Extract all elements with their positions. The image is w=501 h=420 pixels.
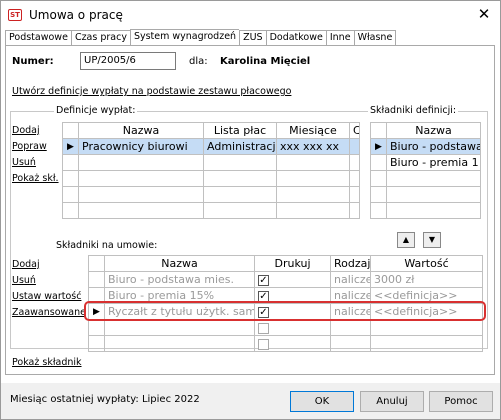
- column-header-nazwa[interactable]: Nazwa: [78, 122, 204, 139]
- column-header-drukuj[interactable]: Drukuj: [254, 255, 331, 272]
- column-header-lista-plac[interactable]: Lista płac: [203, 122, 277, 139]
- table-row[interactable]: [62, 154, 360, 171]
- numer-field[interactable]: UP/2005/6: [80, 52, 176, 70]
- drukuj-checkbox[interactable]: ✓: [258, 290, 269, 302]
- column-header-component-nazwa[interactable]: Nazwa: [386, 122, 481, 139]
- tab-inne[interactable]: Inne: [325, 30, 354, 46]
- close-icon[interactable]: ✕: [471, 4, 497, 26]
- table-row[interactable]: [370, 202, 481, 219]
- contract-window: ST Umowa o pracę ✕ Podstawowe Czas pracy…: [0, 0, 501, 420]
- table-row[interactable]: ▶ Pracownicy biurowi Administracj xxx xx…: [62, 138, 360, 155]
- definitions-title: Definicje wypłat:: [54, 105, 138, 116]
- table-row[interactable]: [62, 170, 360, 187]
- row-pointer-icon: ▶: [370, 138, 387, 155]
- window-title: Umowa o pracę: [29, 8, 123, 22]
- tab-zus[interactable]: ZUS: [239, 30, 266, 46]
- table-row[interactable]: [62, 186, 360, 203]
- highlight-box: [84, 301, 486, 321]
- contract-rodzaj[interactable]: naliczen: [330, 271, 371, 288]
- contract-nazwa[interactable]: Biuro - podstawa mies.: [104, 271, 255, 288]
- move-up-button[interactable]: ▲: [397, 232, 415, 248]
- table-row[interactable]: [370, 170, 481, 187]
- ok-button[interactable]: OK: [290, 391, 354, 412]
- contract-add-link[interactable]: Dodaj: [12, 259, 40, 270]
- drukuj-checkbox[interactable]: [258, 322, 269, 334]
- table-row[interactable]: Biuro - premia 1: [370, 154, 481, 171]
- tab-wlasne[interactable]: Własne: [353, 30, 397, 46]
- drukuj-checkbox[interactable]: ✓: [258, 274, 269, 286]
- set-value-link[interactable]: Ustaw wartość: [12, 291, 81, 302]
- header-indicator: [370, 122, 387, 139]
- cancel-button[interactable]: Anuluj: [360, 391, 424, 412]
- table-row[interactable]: [62, 202, 360, 219]
- definitions-delete-link[interactable]: Usuń: [12, 157, 36, 168]
- definitions-show-components-link[interactable]: Pokaż skł.: [12, 173, 59, 184]
- drukuj-checkbox[interactable]: [258, 338, 269, 350]
- definitions-add-link[interactable]: Dodaj: [12, 125, 40, 136]
- components-title: Składniki definicji:: [368, 105, 459, 116]
- help-button[interactable]: Pomoc: [429, 391, 493, 412]
- row-pointer-icon: ▶: [62, 138, 79, 155]
- tab-system-wynagrodzen[interactable]: System wynagrodzeń: [129, 29, 240, 46]
- app-icon: ST: [8, 9, 22, 21]
- header-indicator: [62, 122, 79, 139]
- table-row[interactable]: [88, 335, 483, 352]
- tab-podstawowe[interactable]: Podstawowe: [5, 30, 71, 46]
- definition-nazwa[interactable]: Pracownicy biurowi: [78, 138, 204, 155]
- last-payment-status: Miesiąc ostatniej wypłaty: Lipiec 2022: [10, 394, 200, 405]
- column-header-rodzaj[interactable]: Rodzaj: [330, 255, 371, 272]
- table-row[interactable]: Biuro - podstawa mies. ✓ naliczen 3000 z…: [88, 271, 483, 288]
- column-header-wartosc[interactable]: Wartość: [370, 255, 483, 272]
- create-from-set-link[interactable]: Utwórz definicje wypłaty na podstawie ze…: [12, 86, 291, 97]
- contract-delete-link[interactable]: Usuń: [12, 275, 36, 286]
- definition-miesiace[interactable]: xxx xxx xx: [276, 138, 350, 155]
- move-down-button[interactable]: ▼: [423, 232, 441, 248]
- definition-lista[interactable]: Administracj: [203, 138, 277, 155]
- table-row[interactable]: [370, 186, 481, 203]
- dla-label: dla:: [189, 56, 208, 67]
- employee-name: Karolina Mięciel: [220, 56, 311, 67]
- column-header-miesiace[interactable]: Miesiące: [276, 122, 350, 139]
- definitions-table: Nazwa Lista płac Miesiące C ▶ Pracownicy…: [62, 122, 360, 219]
- footer-bar: Miesiąc ostatniej wypłaty: Lipiec 2022 O…: [1, 383, 500, 419]
- definitions-edit-link[interactable]: Popraw: [12, 141, 47, 152]
- definitions-header-row: Nazwa Lista płac Miesiące C: [62, 122, 360, 139]
- column-header-c[interactable]: C: [349, 122, 360, 139]
- table-row[interactable]: ▶ Biuro - podstawa: [370, 138, 481, 155]
- definition-c[interactable]: [349, 138, 360, 155]
- column-header-nazwa[interactable]: Nazwa: [104, 255, 255, 272]
- component-name[interactable]: Biuro - premia 1: [386, 154, 481, 171]
- advanced-link[interactable]: Zaawansowane: [12, 307, 86, 318]
- title-bar: ST Umowa o pracę ✕: [1, 1, 500, 29]
- table-row[interactable]: [88, 319, 483, 336]
- header-indicator: [88, 255, 105, 272]
- components-table: Nazwa ▶ Biuro - podstawa Biuro - premia …: [370, 122, 481, 219]
- contract-wartosc[interactable]: 3000 zł: [370, 271, 483, 288]
- contract-header-row: Nazwa Drukuj Rodzaj Wartość: [88, 255, 483, 272]
- drukuj-cell[interactable]: ✓: [254, 271, 331, 288]
- numer-label: Numer:: [12, 56, 54, 67]
- tab-dodatkowe[interactable]: Dodatkowe: [265, 30, 326, 46]
- show-component-link[interactable]: Pokaż składnik: [12, 357, 82, 368]
- contract-components-title: Składniki na umowie:: [54, 240, 160, 251]
- components-header-row: Nazwa: [370, 122, 481, 139]
- tab-czas-pracy[interactable]: Czas pracy: [70, 30, 130, 46]
- component-name[interactable]: Biuro - podstawa: [386, 138, 481, 155]
- tab-bar: Podstawowe Czas pracy System wynagrodzeń…: [5, 29, 397, 46]
